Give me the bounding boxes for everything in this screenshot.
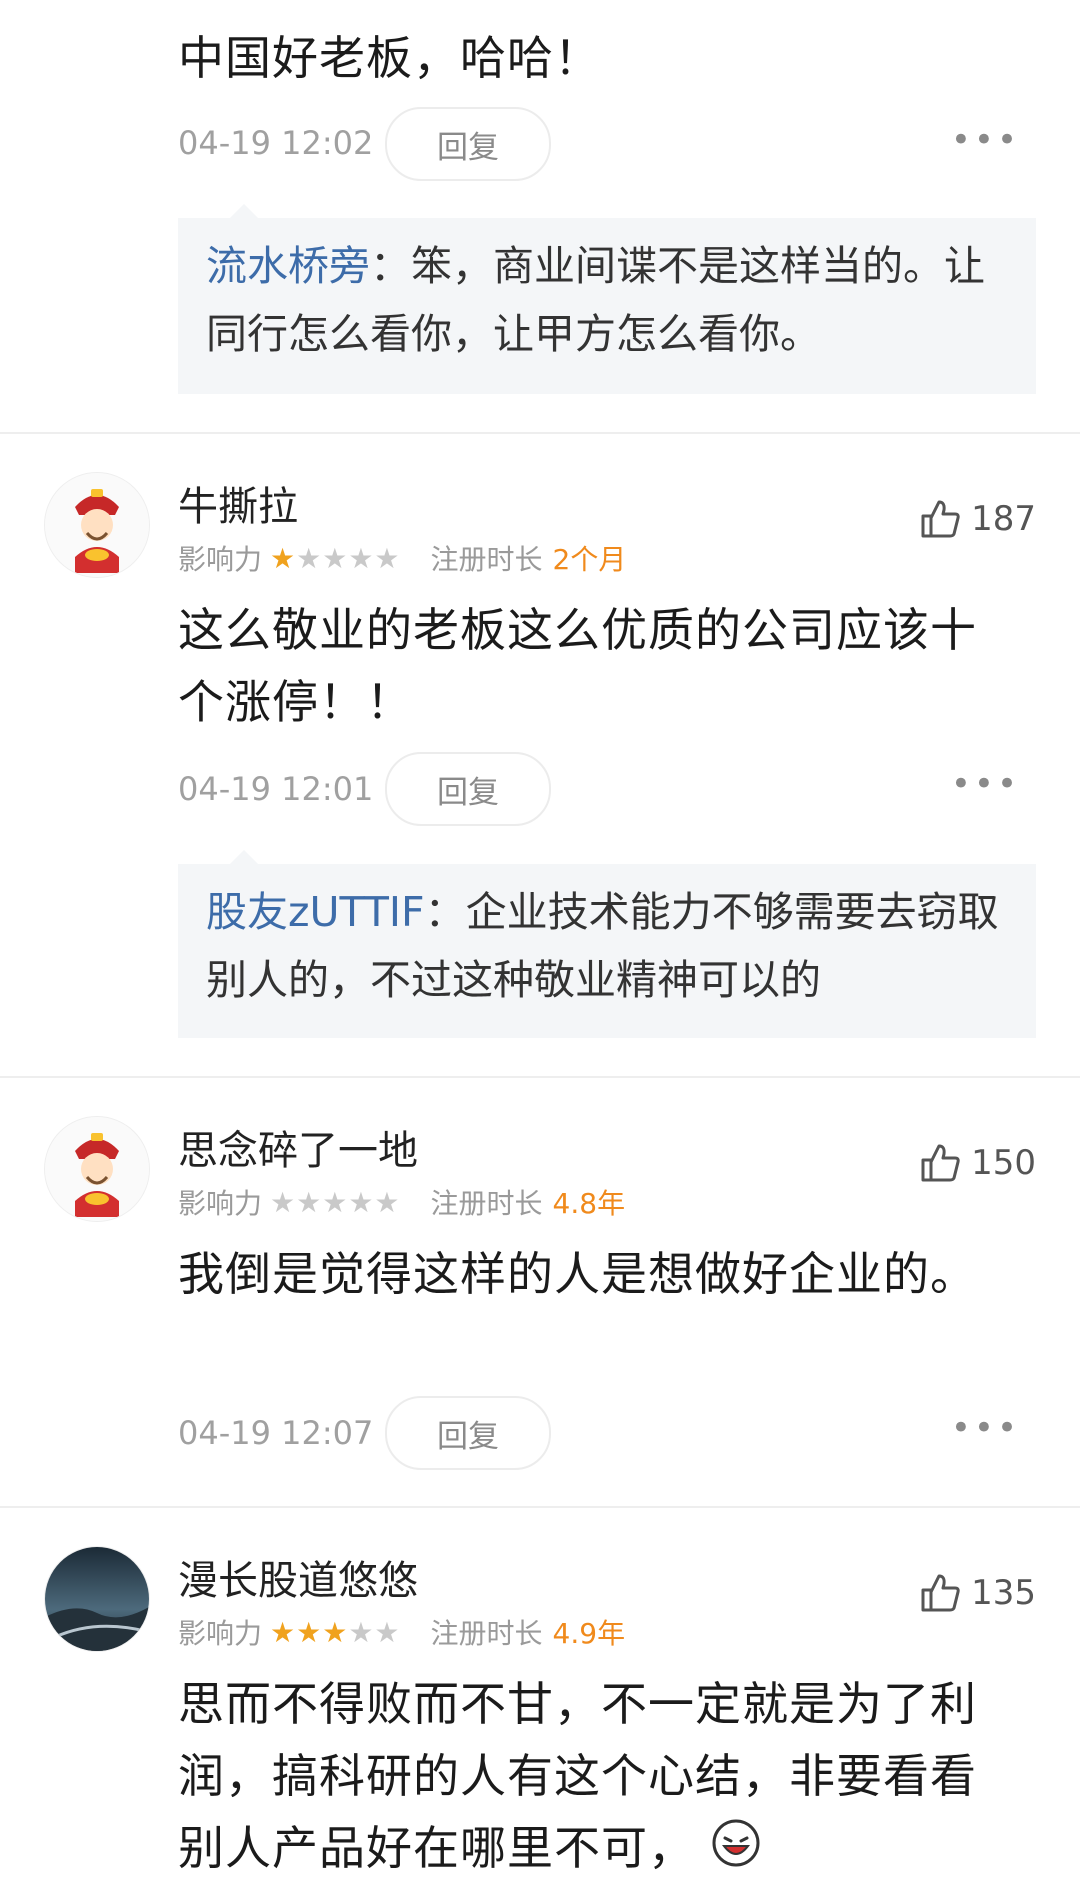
like-button[interactable]: 135 <box>917 1570 1036 1616</box>
reply-separator: ： <box>370 242 411 290</box>
registration-duration: 4.8年 <box>552 1187 626 1220</box>
user-meta: 影响力 ★★★★★ 注册时长 4.9年 <box>178 1612 625 1652</box>
comment-item: 思念碎了一地 影响力 ★★★★★ 注册时长 4.8年 150 我倒是觉得这样的人… <box>0 1078 1080 1508</box>
avatar[interactable] <box>44 472 150 578</box>
like-count: 135 <box>971 1573 1036 1613</box>
reply-preview[interactable]: 股友zUTTIF：企业技术能力不够需要去窃取别人的，不过这种敬业精神可以的 <box>178 850 1036 1038</box>
more-options-icon[interactable]: ••• <box>951 1408 1020 1448</box>
comment-time: 04-19 12:07 <box>178 1414 374 1452</box>
influence-stars: ★★★★★ <box>270 1615 401 1649</box>
like-button[interactable]: 150 <box>917 1140 1036 1186</box>
comment-text: 这么敬业的老板这么优质的公司应该十个涨停！！ <box>178 603 977 729</box>
influence-label: 影响力 <box>178 1617 263 1650</box>
comment-time: 04-19 12:01 <box>178 770 374 808</box>
reply-button[interactable]: 回复 <box>385 107 551 181</box>
avatar[interactable] <box>44 1546 150 1652</box>
caishen-avatar-icon <box>45 473 149 577</box>
influence-stars: ★★★★★ <box>270 1185 401 1219</box>
comment-time: 04-19 12:02 <box>178 124 374 162</box>
like-count: 187 <box>971 499 1036 539</box>
laughing-emoji-icon <box>711 1816 761 1888</box>
comment-text: 我倒是觉得这样的人是想做好企业的。 <box>178 1247 977 1301</box>
caishen-avatar-icon <box>45 1117 149 1221</box>
reply-separator: ： <box>424 888 466 936</box>
more-options-icon[interactable]: ••• <box>951 764 1020 804</box>
reply-username[interactable]: 股友zUTTIF <box>206 888 425 936</box>
avatar[interactable] <box>44 1116 150 1222</box>
username[interactable]: 牛撕拉 <box>178 474 298 532</box>
more-options-icon[interactable]: ••• <box>951 120 1020 160</box>
comment-item: 漫长股道悠悠 影响力 ★★★★★ 注册时长 4.9年 135 思而不得败而不甘，… <box>0 1508 1080 1884</box>
reply-button[interactable]: 回复 <box>385 1396 551 1470</box>
user-meta: 影响力 ★★★★★ 注册时长 4.8年 <box>178 1182 625 1222</box>
registration-label: 注册时长 <box>430 543 543 576</box>
registration-duration: 4.9年 <box>552 1617 626 1650</box>
influence-label: 影响力 <box>178 1187 263 1220</box>
comment-text-body: 思而不得败而不甘，不一定就是为了利润，搞科研的人有这个心结，非要看看别人产品好在… <box>178 1677 977 1875</box>
reply-button[interactable]: 回复 <box>385 752 551 826</box>
username[interactable]: 思念碎了一地 <box>178 1118 418 1176</box>
reply-preview[interactable]: 流水桥旁：笨，商业间谍不是这样当的。让同行怎么看你，让甲方怎么看你。 <box>178 204 1036 394</box>
like-button[interactable]: 187 <box>917 496 1036 542</box>
influence-label: 影响力 <box>178 543 263 576</box>
thumbs-up-icon <box>921 1144 960 1182</box>
thumbs-up-icon <box>921 500 960 538</box>
username[interactable]: 漫长股道悠悠 <box>178 1548 418 1606</box>
landscape-avatar-icon <box>45 1547 149 1651</box>
influence-stars: ★★★★★ <box>270 541 401 575</box>
registration-duration: 2个月 <box>552 543 627 576</box>
reply-username[interactable]: 流水桥旁 <box>206 242 370 290</box>
comment-item: 中国好老板，哈哈！ 04-19 12:02 回复 ••• 流水桥旁：笨，商业间谍… <box>0 0 1080 434</box>
registration-label: 注册时长 <box>430 1187 543 1220</box>
like-count: 150 <box>971 1143 1036 1183</box>
comment-text: 思而不得败而不甘，不一定就是为了利润，搞科研的人有这个心结，非要看看别人产品好在… <box>178 1668 1018 1888</box>
user-meta: 影响力 ★★★★★ 注册时长 2个月 <box>178 538 626 578</box>
thumbs-up-icon <box>921 1574 960 1612</box>
registration-label: 注册时长 <box>430 1617 543 1650</box>
comment-item: 牛撕拉 影响力 ★★★★★ 注册时长 2个月 187 这么敬业的老板这么优质的公… <box>0 434 1080 1078</box>
comment-text: 中国好老板，哈哈！ <box>178 31 601 85</box>
